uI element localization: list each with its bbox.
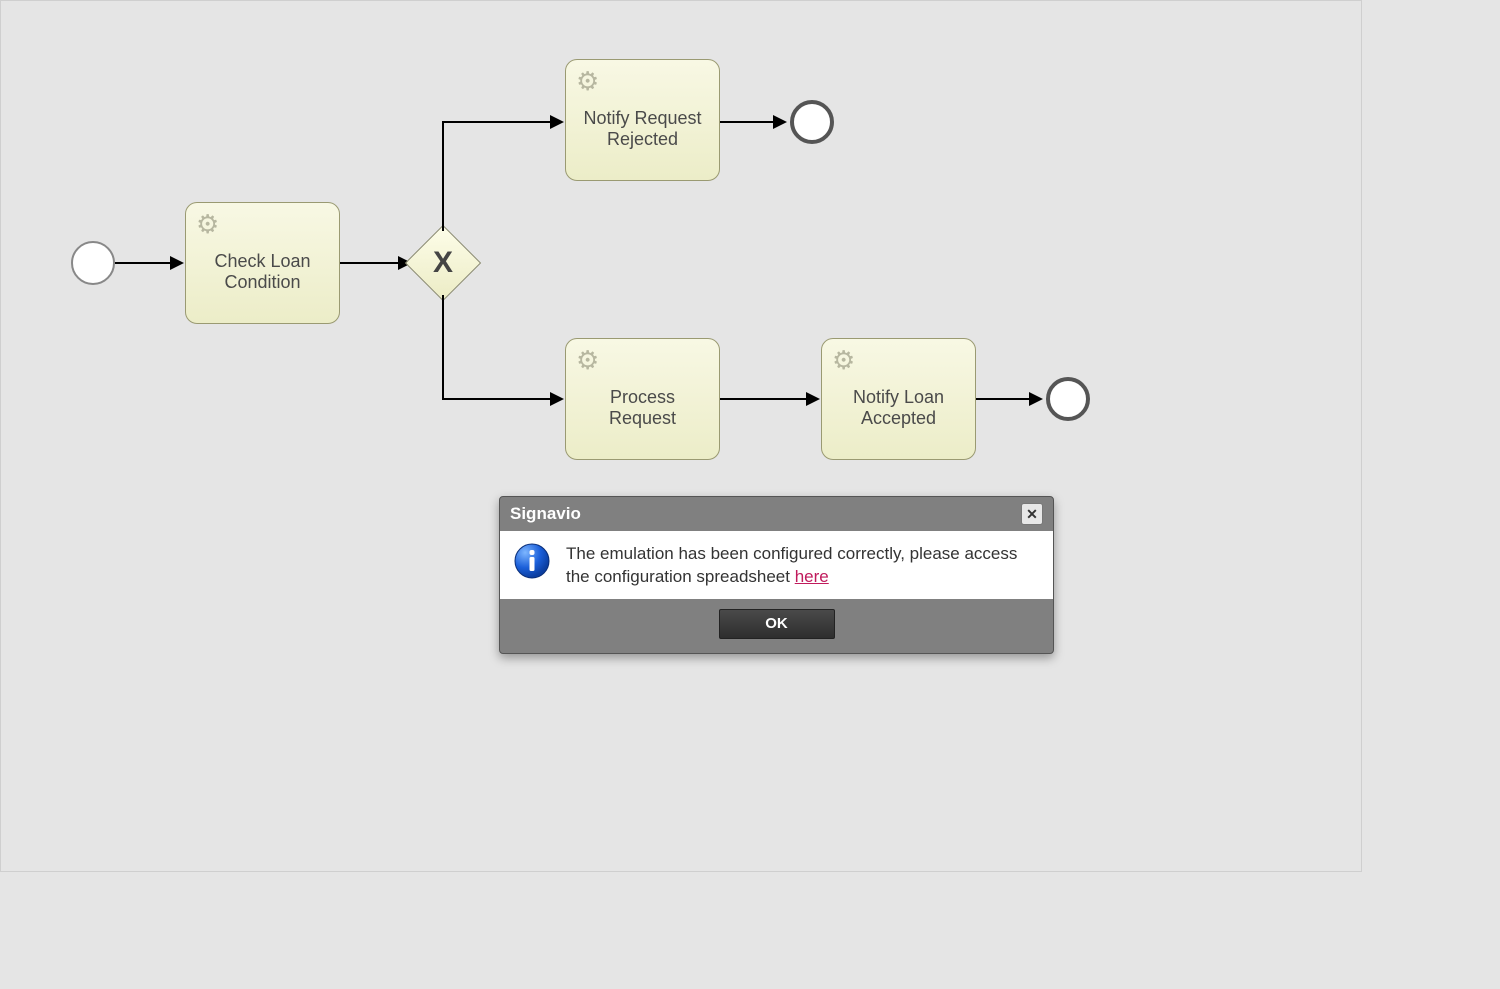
gateway-marker: X (416, 236, 470, 290)
gear-icon: ⚙ (196, 211, 219, 237)
task-label: Notify RequestRejected (583, 108, 701, 149)
ok-button[interactable]: OK (719, 609, 835, 639)
task-process-request[interactable]: ⚙ ProcessRequest (565, 338, 720, 460)
edge-reject-to-end (720, 121, 775, 123)
diagram-canvas[interactable]: ⚙ Check LoanCondition X ⚙ Notify Request… (0, 0, 1362, 872)
gear-icon: ⚙ (576, 347, 599, 373)
edge-gateway-up-h (442, 121, 552, 123)
exclusive-gateway[interactable]: X (416, 236, 470, 290)
dialog-titlebar[interactable]: Signavio ✕ (500, 497, 1053, 531)
arrowhead (806, 392, 820, 406)
task-label: ProcessRequest (609, 387, 676, 428)
task-label: Check LoanCondition (214, 251, 310, 292)
arrowhead (773, 115, 787, 129)
edge-check-to-gateway (340, 262, 400, 264)
end-event-rejected[interactable] (790, 100, 834, 144)
arrowhead (550, 392, 564, 406)
dialog-message-text: The emulation has been configured correc… (566, 544, 1017, 586)
edge-gateway-down (442, 295, 444, 399)
edge-process-to-notify (720, 398, 808, 400)
gear-icon: ⚙ (576, 68, 599, 94)
end-event-accepted[interactable] (1046, 377, 1090, 421)
start-event[interactable] (71, 241, 115, 285)
dialog-link-here[interactable]: here (795, 567, 829, 586)
info-icon (514, 543, 550, 579)
edge-start-to-check (115, 262, 172, 264)
task-check-loan-condition[interactable]: ⚙ Check LoanCondition (185, 202, 340, 324)
arrowhead (550, 115, 564, 129)
arrowhead (1029, 392, 1043, 406)
edge-accept-to-end (976, 398, 1031, 400)
dialog-title-text: Signavio (510, 504, 581, 524)
task-notify-request-rejected[interactable]: ⚙ Notify RequestRejected (565, 59, 720, 181)
edge-gateway-up (442, 121, 444, 231)
gear-icon: ⚙ (832, 347, 855, 373)
info-dialog[interactable]: Signavio ✕ (499, 496, 1054, 654)
close-icon[interactable]: ✕ (1021, 503, 1043, 525)
task-notify-loan-accepted[interactable]: ⚙ Notify LoanAccepted (821, 338, 976, 460)
edge-gateway-down-h (442, 398, 552, 400)
task-label: Notify LoanAccepted (853, 387, 944, 428)
arrowhead (170, 256, 184, 270)
dialog-message: The emulation has been configured correc… (566, 543, 1039, 589)
